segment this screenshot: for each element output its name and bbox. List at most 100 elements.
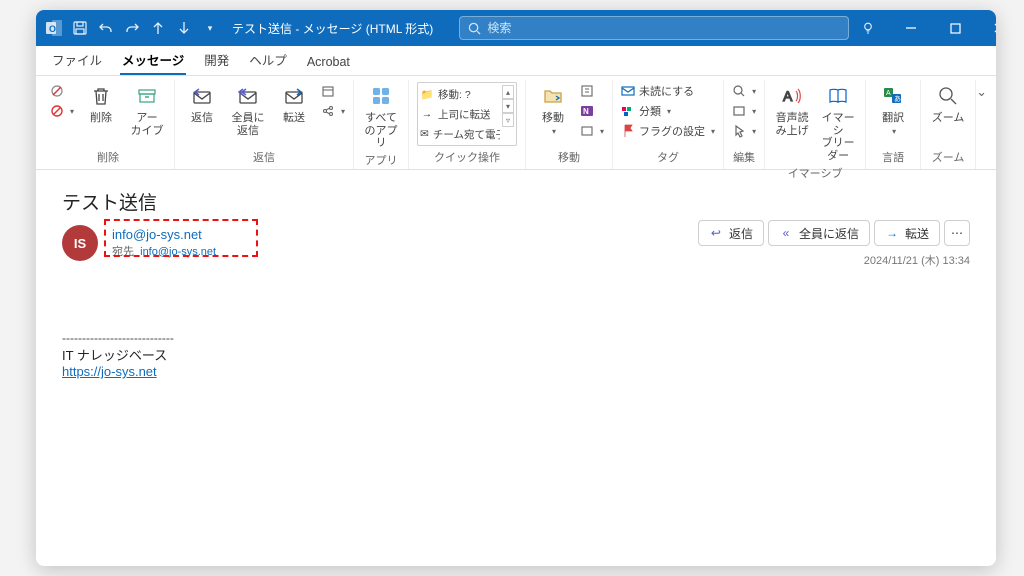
- folder-move-icon: [541, 84, 565, 108]
- save-icon[interactable]: [72, 20, 88, 36]
- quick-steps-gallery[interactable]: 📁移動: ? →上司に転送 ✉チーム宛て電子メ… ▴ ▾ ▿: [417, 82, 517, 146]
- gallery-down-icon[interactable]: ▾: [502, 99, 514, 113]
- close-button[interactable]: [977, 10, 996, 46]
- lightbulb-icon[interactable]: [861, 20, 875, 36]
- forward-button[interactable]: 転送: [275, 82, 313, 125]
- category-icon: [621, 104, 635, 118]
- find-icon: [732, 84, 746, 98]
- to-address[interactable]: info@jo-sys.net: [140, 246, 216, 258]
- move-button[interactable]: 移動▾: [534, 82, 572, 137]
- reply-all-icon: «: [779, 226, 793, 240]
- reply-all-button[interactable]: 全員に 返信: [229, 82, 267, 137]
- read-aloud-button[interactable]: A 音声読 み上げ: [773, 82, 811, 137]
- ribbon-group-language: Aあ 翻訳▾ 言語: [866, 80, 921, 169]
- archive-label: アー カイブ: [131, 112, 164, 137]
- delete-button[interactable]: 削除: [82, 82, 120, 125]
- calendar-reply-icon: [321, 84, 335, 98]
- book-icon: [826, 84, 850, 108]
- link-icon: [732, 104, 746, 118]
- more-respond-button[interactable]: ▾: [321, 102, 345, 120]
- select-button[interactable]: ▾: [732, 122, 756, 140]
- rules-button[interactable]: [580, 82, 604, 100]
- zoom-icon: [936, 84, 960, 108]
- undo-icon[interactable]: [98, 20, 114, 36]
- tab-message[interactable]: メッセージ: [120, 44, 186, 75]
- reply-icon: [190, 84, 214, 108]
- tab-file[interactable]: ファイル: [50, 44, 104, 75]
- tab-developer[interactable]: 開発: [202, 44, 231, 75]
- sender-info: info@jo-sys.net 宛先 info@jo-sys.net: [108, 225, 220, 261]
- ribbon-group-edit: ▾ ▾ ▾ 編集: [724, 80, 765, 169]
- archive-icon: [135, 84, 159, 108]
- minimize-button[interactable]: [889, 10, 933, 46]
- outlook-message-window: O ▾ テスト送信 - メッセージ (HTML 形式): [36, 10, 996, 566]
- ignore-icon: [50, 84, 64, 98]
- ignore-button[interactable]: [50, 82, 74, 100]
- up-arrow-icon[interactable]: [150, 20, 166, 36]
- action-more[interactable]: ⋯: [944, 220, 970, 246]
- archive-button[interactable]: アー カイブ: [128, 82, 166, 137]
- find-button[interactable]: ▾: [732, 82, 756, 100]
- outlook-icon: O: [46, 20, 62, 36]
- delete-label: 削除: [90, 112, 112, 125]
- zoom-button[interactable]: ズーム: [929, 82, 967, 125]
- quick-step-team[interactable]: ✉チーム宛て電子メ…: [420, 125, 500, 143]
- search-input[interactable]: [487, 21, 840, 35]
- title-bar: O ▾ テスト送信 - メッセージ (HTML 形式): [36, 10, 996, 46]
- ribbon-group-apps: すべて のアプリ アプリ: [354, 80, 409, 169]
- immersive-reader-button[interactable]: イマーシ ブリーダー: [819, 82, 857, 163]
- action-reply[interactable]: ↩返信: [698, 220, 764, 246]
- categorize-button[interactable]: 分類▾: [621, 102, 671, 120]
- quick-step-move[interactable]: 📁移動: ?: [420, 85, 500, 103]
- translate-button[interactable]: Aあ 翻訳▾: [874, 82, 912, 137]
- message-actions: ↩返信 «全員に返信 →転送 ⋯: [698, 220, 970, 246]
- read-aloud-label: 音声読 み上げ: [776, 112, 809, 137]
- reply-all-label: 全員に 返信: [232, 112, 265, 137]
- onenote-button[interactable]: N: [580, 102, 604, 120]
- ribbon-group-tags: 未読にする 分類▾ フラグの設定▾ タグ: [613, 80, 724, 169]
- sender-avatar[interactable]: IS: [62, 225, 98, 261]
- translate-label: 翻訳▾: [882, 112, 904, 137]
- signature-link[interactable]: https://jo-sys.net: [62, 364, 157, 379]
- svg-text:あ: あ: [894, 95, 901, 103]
- actions-button[interactable]: ▾: [580, 122, 604, 140]
- action-reply-all[interactable]: «全員に返信: [768, 220, 870, 246]
- forward-label: 転送: [283, 112, 305, 125]
- from-address[interactable]: info@jo-sys.net: [112, 227, 216, 242]
- gallery-up-icon[interactable]: ▴: [502, 85, 514, 99]
- ribbon-group-move: 移動▾ N ▾ 移動: [526, 80, 613, 169]
- zoom-group-label: ズーム: [929, 147, 967, 169]
- meeting-reply-button[interactable]: [321, 82, 345, 100]
- down-arrow-icon[interactable]: [176, 20, 192, 36]
- flag-button[interactable]: フラグの設定▾: [621, 122, 715, 140]
- gallery-more-icon[interactable]: ▿: [502, 113, 514, 127]
- ribbon-options-icon[interactable]: ⌄: [976, 84, 987, 100]
- junk-button[interactable]: ▾: [50, 102, 74, 120]
- qat-customize-icon[interactable]: ▾: [202, 20, 218, 36]
- ribbon-group-quick-steps: 📁移動: ? →上司に転送 ✉チーム宛て電子メ… ▴ ▾ ▿ クイック操作: [409, 80, 526, 169]
- apps-group-label: アプリ: [362, 150, 400, 172]
- action-forward[interactable]: →転送: [874, 220, 940, 246]
- forward-icon: [282, 84, 306, 108]
- ribbon-group-immersive: A 音声読 み上げ イマーシ ブリーダー イマーシブ: [765, 80, 866, 169]
- quick-step-manager[interactable]: →上司に転送: [420, 105, 500, 123]
- maximize-button[interactable]: [933, 10, 977, 46]
- search-icon: [468, 22, 481, 35]
- reply-group-label: 返信: [183, 147, 345, 169]
- tab-acrobat[interactable]: Acrobat: [305, 49, 352, 75]
- search-box[interactable]: [459, 16, 849, 40]
- delete-group-label: 削除: [50, 147, 166, 169]
- ribbon-group-reply: 返信 全員に 返信 転送 ▾ 返信: [175, 80, 354, 169]
- all-apps-button[interactable]: すべて のアプリ: [362, 82, 400, 150]
- tag-group-label: タグ: [621, 147, 715, 169]
- svg-text:A: A: [783, 88, 793, 104]
- related-button[interactable]: ▾: [732, 102, 756, 120]
- window-title: テスト送信 - メッセージ (HTML 形式): [232, 20, 433, 37]
- cursor-icon: [732, 124, 746, 138]
- tab-help[interactable]: ヘルプ: [247, 44, 289, 75]
- redo-icon[interactable]: [124, 20, 140, 36]
- folder-move-icon: 📁: [420, 87, 434, 101]
- mark-unread-button[interactable]: 未読にする: [621, 82, 694, 100]
- reply-button[interactable]: 返信: [183, 82, 221, 125]
- share-icon: [321, 104, 335, 118]
